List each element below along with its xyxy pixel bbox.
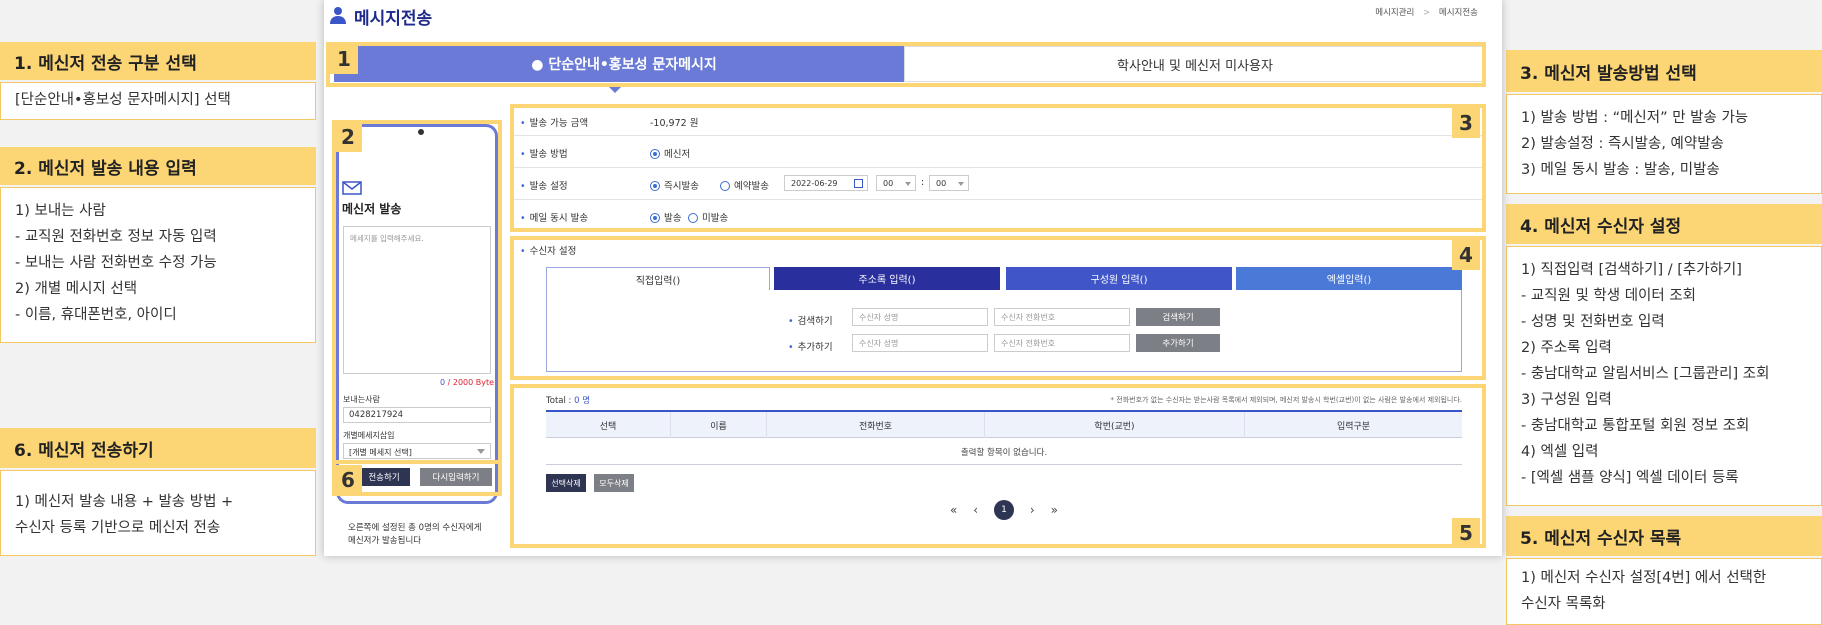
step-number-1: 1 xyxy=(330,44,358,74)
tab-pointer-icon xyxy=(608,86,622,93)
annotation-4-title: 4. 메신저 수신자 설정 xyxy=(1506,204,1822,244)
breadcrumb-separator: > xyxy=(1423,8,1431,18)
user-icon xyxy=(330,6,346,24)
breadcrumb-item-2[interactable]: 메시지전송 xyxy=(1439,8,1478,18)
highlight-box-1 xyxy=(326,42,1486,87)
screen-panel: 메시지전송 메시지관리 > 메시지전송 ● 단순안내•홍보성 문자메시지 학사안… xyxy=(324,0,1502,556)
step-number-3: 3 xyxy=(1452,108,1480,138)
annotation-6-body: 1) 메신저 발송 내용 + 발송 방법 + 수신자 등록 기반으로 메신저 전… xyxy=(0,470,316,556)
annotation-3-body: 1) 발송 방법 : “메신저” 만 발송 가능 2) 발송설정 : 즉시발송,… xyxy=(1506,94,1822,194)
highlight-box-5 xyxy=(510,384,1486,548)
annotation-4-body: 1) 직접입력 [검색하기] / [추가하기] - 교직원 및 학생 데이터 조… xyxy=(1506,246,1822,506)
step-number-5: 5 xyxy=(1452,518,1480,548)
highlight-box-3 xyxy=(510,104,1486,232)
step-number-2: 2 xyxy=(334,122,362,152)
annotation-2-title: 2. 메신저 발송 내용 입력 xyxy=(0,147,316,185)
annotation-5-title: 5. 메신저 수신자 목록 xyxy=(1506,516,1822,556)
annotation-6-title: 6. 메신저 전송하기 xyxy=(0,428,316,468)
highlight-box-2 xyxy=(332,120,502,464)
annotation-5-body: 1) 메신저 수신자 설정[4번] 에서 선택한 수신자 목록화 xyxy=(1506,558,1822,625)
annotation-2-body: 1) 보내는 사람 - 교직원 전화번호 정보 자동 입력 - 보내는 사람 전… xyxy=(0,187,316,343)
breadcrumb-item-1[interactable]: 메시지관리 xyxy=(1375,8,1414,18)
annotation-1-title: 1. 메신저 전송 구분 선택 xyxy=(0,42,316,80)
page-title: 메시지전송 xyxy=(354,9,433,29)
step-number-4: 4 xyxy=(1452,240,1480,270)
send-note: 오른쪽에 설정된 총 0명의 수신자에게 메신저가 발송됩니다 xyxy=(348,523,482,546)
step-number-6: 6 xyxy=(334,465,362,495)
breadcrumb: 메시지관리 > 메시지전송 xyxy=(1375,6,1478,18)
annotation-1-body: [단순안내•홍보성 문자메시지] 선택 xyxy=(0,82,316,120)
annotation-3-title: 3. 메신저 발송방법 선택 xyxy=(1506,50,1822,92)
highlight-box-4 xyxy=(510,236,1486,380)
